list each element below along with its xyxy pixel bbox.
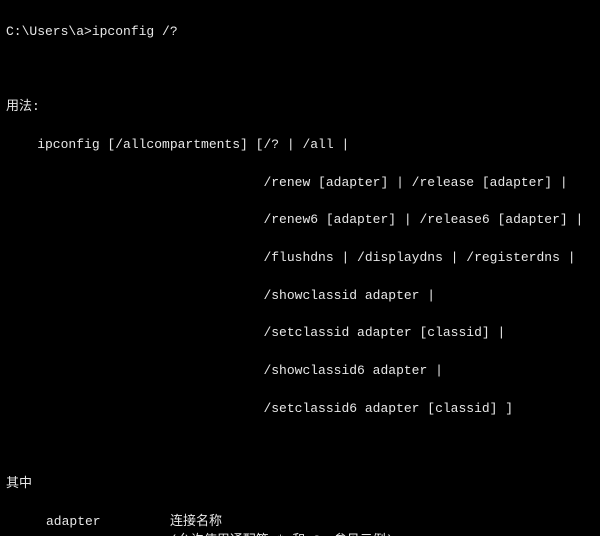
where-label: 其中 — [6, 475, 594, 494]
usage-line: /renew6 [adapter] | /release6 [adapter] … — [6, 211, 594, 230]
usage-line: /renew [adapter] | /release [adapter] | — [6, 174, 594, 193]
usage-line: /showclassid adapter | — [6, 287, 594, 306]
command-prompt-line: C:\Users\a>ipconfig /? — [6, 23, 594, 42]
adapter-desc: 连接名称 — [170, 513, 394, 532]
adapter-block: adapter 连接名称 (允许使用通配符 * 和 ?，参见示例) — [46, 513, 394, 536]
blank-line — [6, 61, 594, 80]
usage-line: /setclassid adapter [classid] | — [6, 324, 594, 343]
usage-line: /setclassid6 adapter [classid] ] — [6, 400, 594, 419]
usage-line: /flushdns | /displaydns | /registerdns | — [6, 249, 594, 268]
adapter-name: adapter — [46, 513, 170, 532]
blank-line — [6, 437, 594, 456]
usage-label: 用法: — [6, 98, 594, 117]
usage-line: ipconfig [/allcompartments] [/? | /all | — [6, 136, 594, 155]
adapter-desc-2: (允许使用通配符 * 和 ?，参见示例) — [170, 532, 394, 536]
terminal-output[interactable]: C:\Users\a>ipconfig /? 用法: ipconfig [/al… — [0, 0, 600, 536]
usage-line: /showclassid6 adapter | — [6, 362, 594, 381]
